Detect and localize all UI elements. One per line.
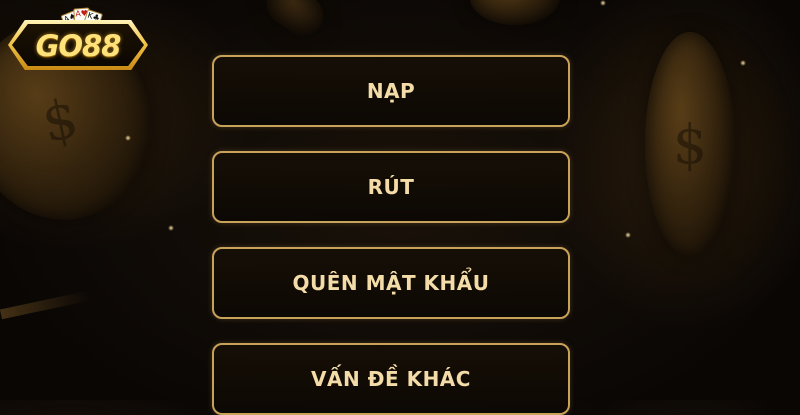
- sparkle-decoration: [600, 0, 606, 6]
- sparkle-decoration: [740, 60, 746, 66]
- forgot-password-button[interactable]: QUÊN MẬT KHẨU: [212, 247, 570, 319]
- sparkle-decoration: [625, 232, 631, 238]
- logo-text: GO88: [35, 29, 122, 63]
- coin-decoration-small: [258, 0, 332, 44]
- coin-decoration-top: [470, 0, 560, 25]
- other-issues-button-label: VẤN ĐỀ KHÁC: [311, 367, 471, 391]
- deposit-button-label: NẠP: [366, 79, 416, 103]
- go88-logo: A♠ A♥ K♣ GO88: [8, 7, 150, 78]
- forgot-password-button-label: QUÊN MẬT KHẨU: [292, 271, 490, 295]
- coin-decoration-right: $: [645, 32, 735, 257]
- withdraw-button-label: RÚT: [367, 175, 415, 199]
- sparkle-decoration: [168, 225, 174, 231]
- withdraw-button[interactable]: RÚT: [212, 151, 570, 223]
- other-issues-button[interactable]: VẤN ĐỀ KHÁC: [212, 343, 570, 415]
- deposit-button[interactable]: NẠP: [212, 55, 570, 127]
- sparkle-decoration: [125, 135, 131, 141]
- light-streak-decoration: [0, 290, 91, 320]
- dollar-coin-icon: $: [672, 113, 708, 176]
